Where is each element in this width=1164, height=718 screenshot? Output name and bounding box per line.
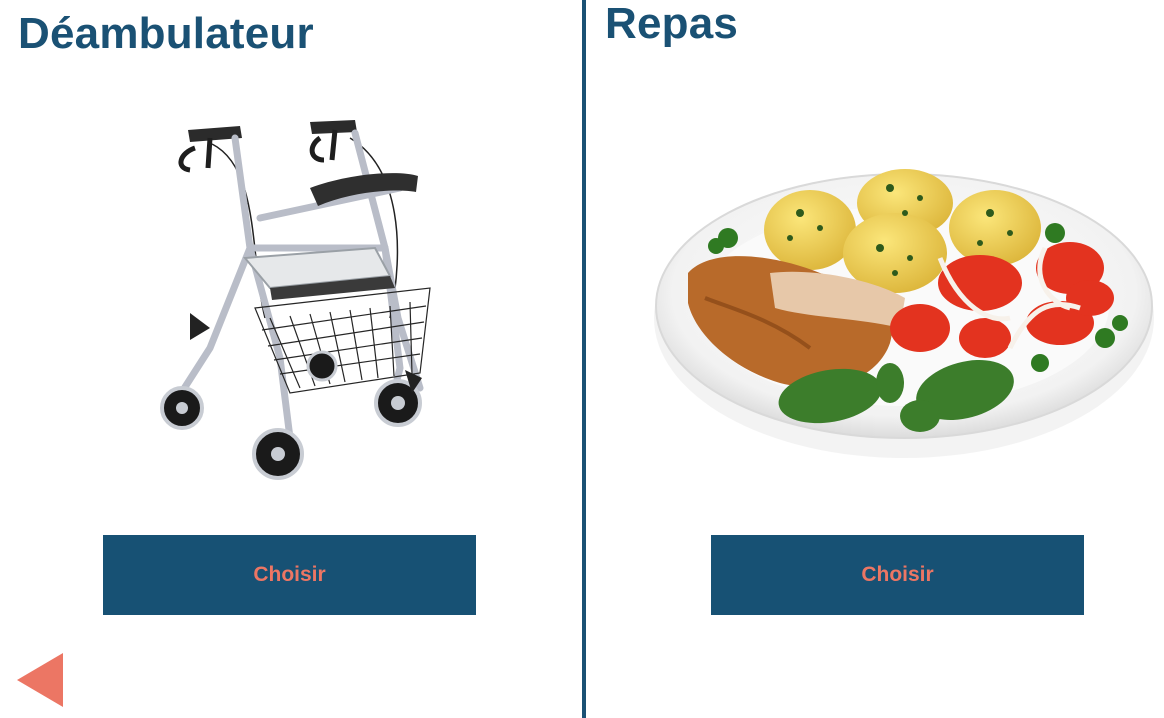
back-arrow-icon[interactable] [16, 652, 64, 708]
choose-meal-button[interactable]: Choisir [711, 535, 1084, 615]
walker-panel: Déambulateur Choisir [0, 0, 582, 718]
choose-walker-button[interactable]: Choisir [103, 535, 476, 615]
walker-title: Déambulateur [18, 9, 314, 58]
walker-image [160, 120, 431, 480]
meal-title: Repas [605, 0, 739, 48]
panel-divider [582, 0, 586, 718]
meal-panel: Repas Choisir [588, 0, 1164, 718]
meal-image [654, 169, 1154, 458]
